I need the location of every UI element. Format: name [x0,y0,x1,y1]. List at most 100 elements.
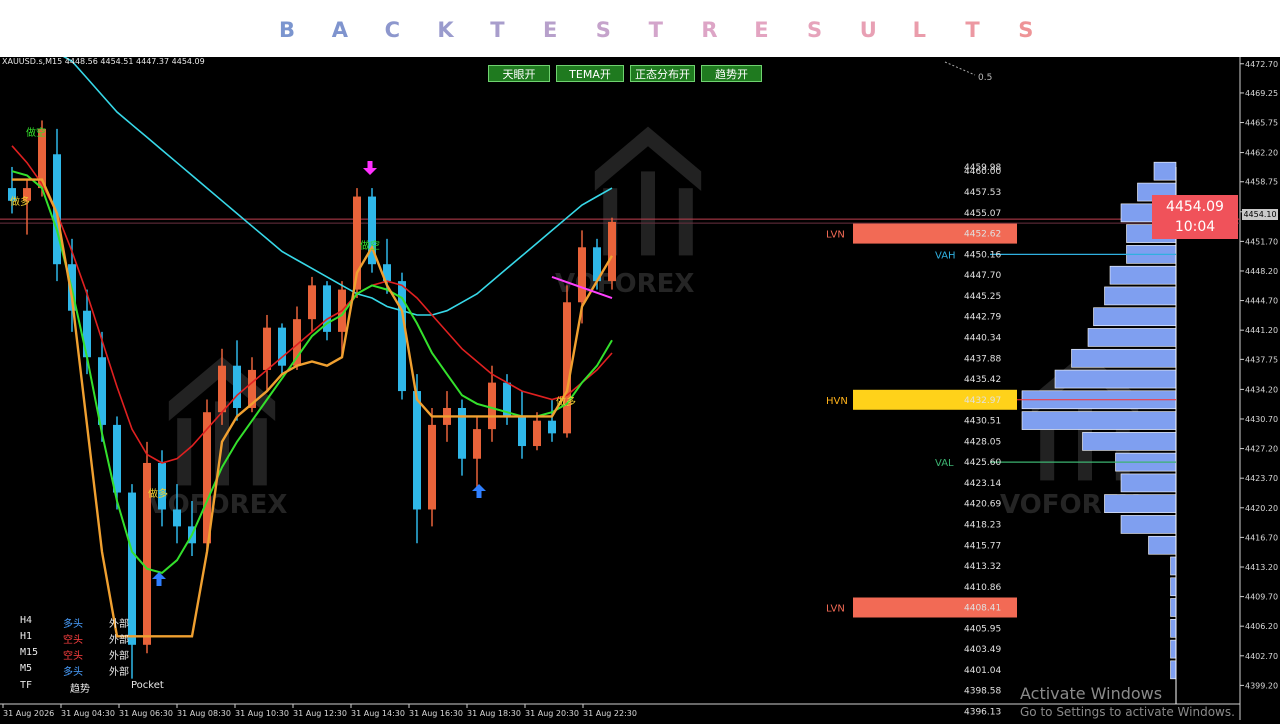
candle-body [158,462,166,510]
volume-level-label: 4445.25 [964,292,1001,302]
time-axis-label: 31 Aug 14:30 [351,709,405,718]
volume-level-label: 4408.41 [964,603,1001,613]
activate-windows-subtitle: Go to Settings to activate Windows. [1020,705,1235,719]
volume-profile-bar [1170,598,1177,617]
time-axis-label: 31 Aug 04:30 [61,709,115,718]
banner-letter: T [648,18,663,42]
volume-level-label: 4410.86 [964,583,1001,593]
banner-letter: A [331,18,349,42]
banner-letter: U [859,18,877,42]
price-axis-label: 4430.70 [1245,415,1278,424]
trend-tf-header: TF [20,680,33,691]
volume-level-label: 4418.23 [964,520,1001,530]
val-label: VAL [935,458,954,469]
candle-body [83,310,91,358]
candle-body [578,247,586,303]
volume-zone-label: HVN [826,396,848,407]
volume-level-label: 4415.77 [964,541,1001,551]
price-axis-label: 4423.70 [1245,474,1278,483]
volume-profile-bar [1170,639,1177,659]
banner: BACKTESTRESULTS [0,0,1280,57]
trend-position-header: Pocket [131,680,164,691]
current-price: 4454.09 [1166,199,1224,215]
price-axis-label: 4402.70 [1245,652,1278,661]
fib-level-label: 0.5 [978,73,992,83]
banner-letter: E [543,18,558,42]
volume-zone-label: LVN [826,230,845,241]
buy-signal-label: 做多 [10,195,30,208]
volume-zone-label: LVN [826,603,845,614]
candle-body [128,492,136,645]
buy-signal-label: 做多 [148,487,168,500]
volume-profile-bar [1082,432,1177,451]
volume-level-label: 4425.60 [964,458,1001,468]
price-axis-label: 4427.20 [1245,445,1278,454]
volume-level-label: 4430.51 [964,417,1001,427]
volume-profile-bar [1170,660,1177,680]
volume-level-label: 4459.98 [964,163,1001,173]
candle-body [473,429,481,459]
volume-level-label: 4447.70 [964,271,1001,281]
time-axis-label: 31 Aug 06:30 [119,709,173,718]
volume-level-label: 4403.49 [964,645,1001,655]
volume-level-label: 4405.95 [964,624,1001,634]
price-axis-label: 4434.20 [1245,385,1278,394]
price-axis-label: 4462.20 [1245,149,1278,158]
volume-level-label: 4452.62 [964,230,1001,240]
candle-body [518,416,526,447]
price-axis-label: 4413.20 [1245,563,1278,572]
candle-body [173,509,181,527]
price-axis-label: 4465.75 [1245,119,1278,128]
time-axis-label: 31 Aug 08:30 [177,709,231,718]
volume-profile-bar [1087,328,1177,347]
normal-distribution-toggle-button[interactable]: 正态分布开 [630,65,695,82]
volume-profile-bar [1153,161,1177,181]
time-axis-label: 31 Aug 12:30 [293,709,347,718]
trend-direction-header: 趋势 [70,684,90,695]
candle-body [218,365,226,413]
banner-letter: T [965,18,980,42]
time-axis-label: 31 Aug 16:30 [409,709,463,718]
volume-profile-bar [1170,577,1177,597]
activate-windows-watermark: Activate Windows Go to Settings to activ… [1020,684,1235,719]
trend-direction: 多头 [63,667,83,678]
watermark-text: VOFOREX [555,269,694,299]
buy-arrow-icon [472,484,486,498]
fib-line [944,61,976,76]
symbol-info: XAUUSD.s,M15 4448.56 4454.51 4447.37 445… [2,57,205,66]
candle-body [488,382,496,430]
watermark-text: VOFOREX [148,490,287,520]
watermark-pillar [678,188,693,256]
banner-letter: E [754,18,769,42]
price-axis-label: 4416.70 [1245,533,1278,542]
sell-signal-label: 做空 [360,239,380,252]
volume-level-label: 4440.34 [964,333,1001,343]
volume-level-label: 4398.58 [964,687,1001,697]
trend-position: 外部 [109,667,129,678]
banner-letter: S [1018,18,1034,42]
price-axis-label: 4406.20 [1245,622,1278,631]
price-chart[interactable]: VOFOREXVOFOREX VOFOREX4472.704469.254465.… [0,35,1280,720]
price-axis-label: 4451.70 [1245,237,1278,246]
trend-toggle-button[interactable]: 趋势开 [701,65,762,82]
banner-letter: C [384,18,401,42]
price-axis-label: 4444.70 [1245,297,1278,306]
candle-body [563,302,571,434]
trend-tf: M15 [20,647,39,658]
tianyan-toggle-button[interactable]: 天眼开 [488,65,550,82]
trend-tf: H4 [20,615,33,626]
vah-label: VAH [935,250,956,261]
tema-toggle-button[interactable]: TEMA开 [556,65,624,82]
candle-body [113,424,121,493]
volume-level-label: 4423.14 [964,479,1001,489]
volume-profile-bar [1120,515,1177,534]
buy-signal-label: 做多 [556,395,576,408]
volume-profile-bar [1054,369,1177,389]
time-axis-label: 31 Aug 22:30 [583,709,637,718]
candle-body [413,391,421,510]
time-axis-label: 31 Aug 10:30 [235,709,289,718]
volume-level-label: 4442.79 [964,313,1001,323]
chart-area[interactable]: VOFOREX VOFOREX VOFOREX 4472.70 4469.25 4465.… [0,35,1280,720]
activate-windows-title: Activate Windows [1020,684,1163,703]
sell-arrow-icon [363,161,377,175]
